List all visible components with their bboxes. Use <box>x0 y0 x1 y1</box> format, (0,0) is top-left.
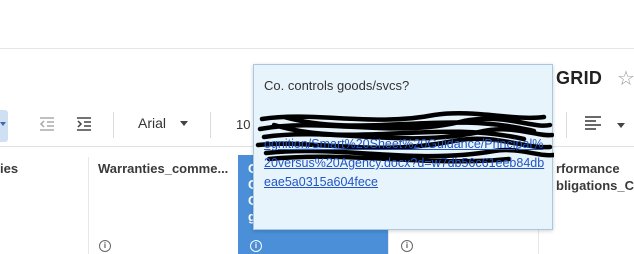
column-description-tooltip: Co. controls goods/svcs? ognition/Smart%… <box>253 64 554 230</box>
font-size-select[interactable]: 10 <box>236 117 250 132</box>
info-icon[interactable]: i <box>401 240 413 252</box>
column-divider <box>88 157 89 254</box>
info-icon[interactable]: i <box>250 240 262 252</box>
chevron-down-icon <box>0 122 6 126</box>
column-header-line[interactable]: rformance <box>556 161 620 176</box>
star-outline-icon[interactable]: ☆ <box>617 66 634 91</box>
toolbar-left-selector[interactable] <box>0 110 8 142</box>
chevron-down-icon[interactable] <box>617 123 625 128</box>
toolbar-separator <box>210 112 211 138</box>
sheet-title: GRID <box>556 68 603 88</box>
toolbar-separator <box>113 112 114 138</box>
decrease-indent-icon[interactable] <box>38 116 56 132</box>
tooltip-title: Co. controls goods/svcs? <box>264 78 410 93</box>
column-header[interactable]: Warranties_comme... <box>98 161 228 176</box>
header-divider <box>0 48 634 49</box>
column-header[interactable]: ies <box>0 161 18 176</box>
align-left-icon[interactable] <box>584 115 602 131</box>
info-icon[interactable]: i <box>99 240 111 252</box>
tooltip-link[interactable]: ognition/Smart%20Sheet%20Guidance/Princi… <box>264 135 548 192</box>
font-family-value: Arial <box>138 115 167 131</box>
font-family-select[interactable]: Arial <box>138 115 189 131</box>
column-header-line[interactable]: bligations_C <box>556 178 634 193</box>
chevron-down-icon <box>180 120 189 126</box>
increase-indent-icon[interactable] <box>75 116 93 132</box>
toolbar-separator <box>566 112 567 138</box>
